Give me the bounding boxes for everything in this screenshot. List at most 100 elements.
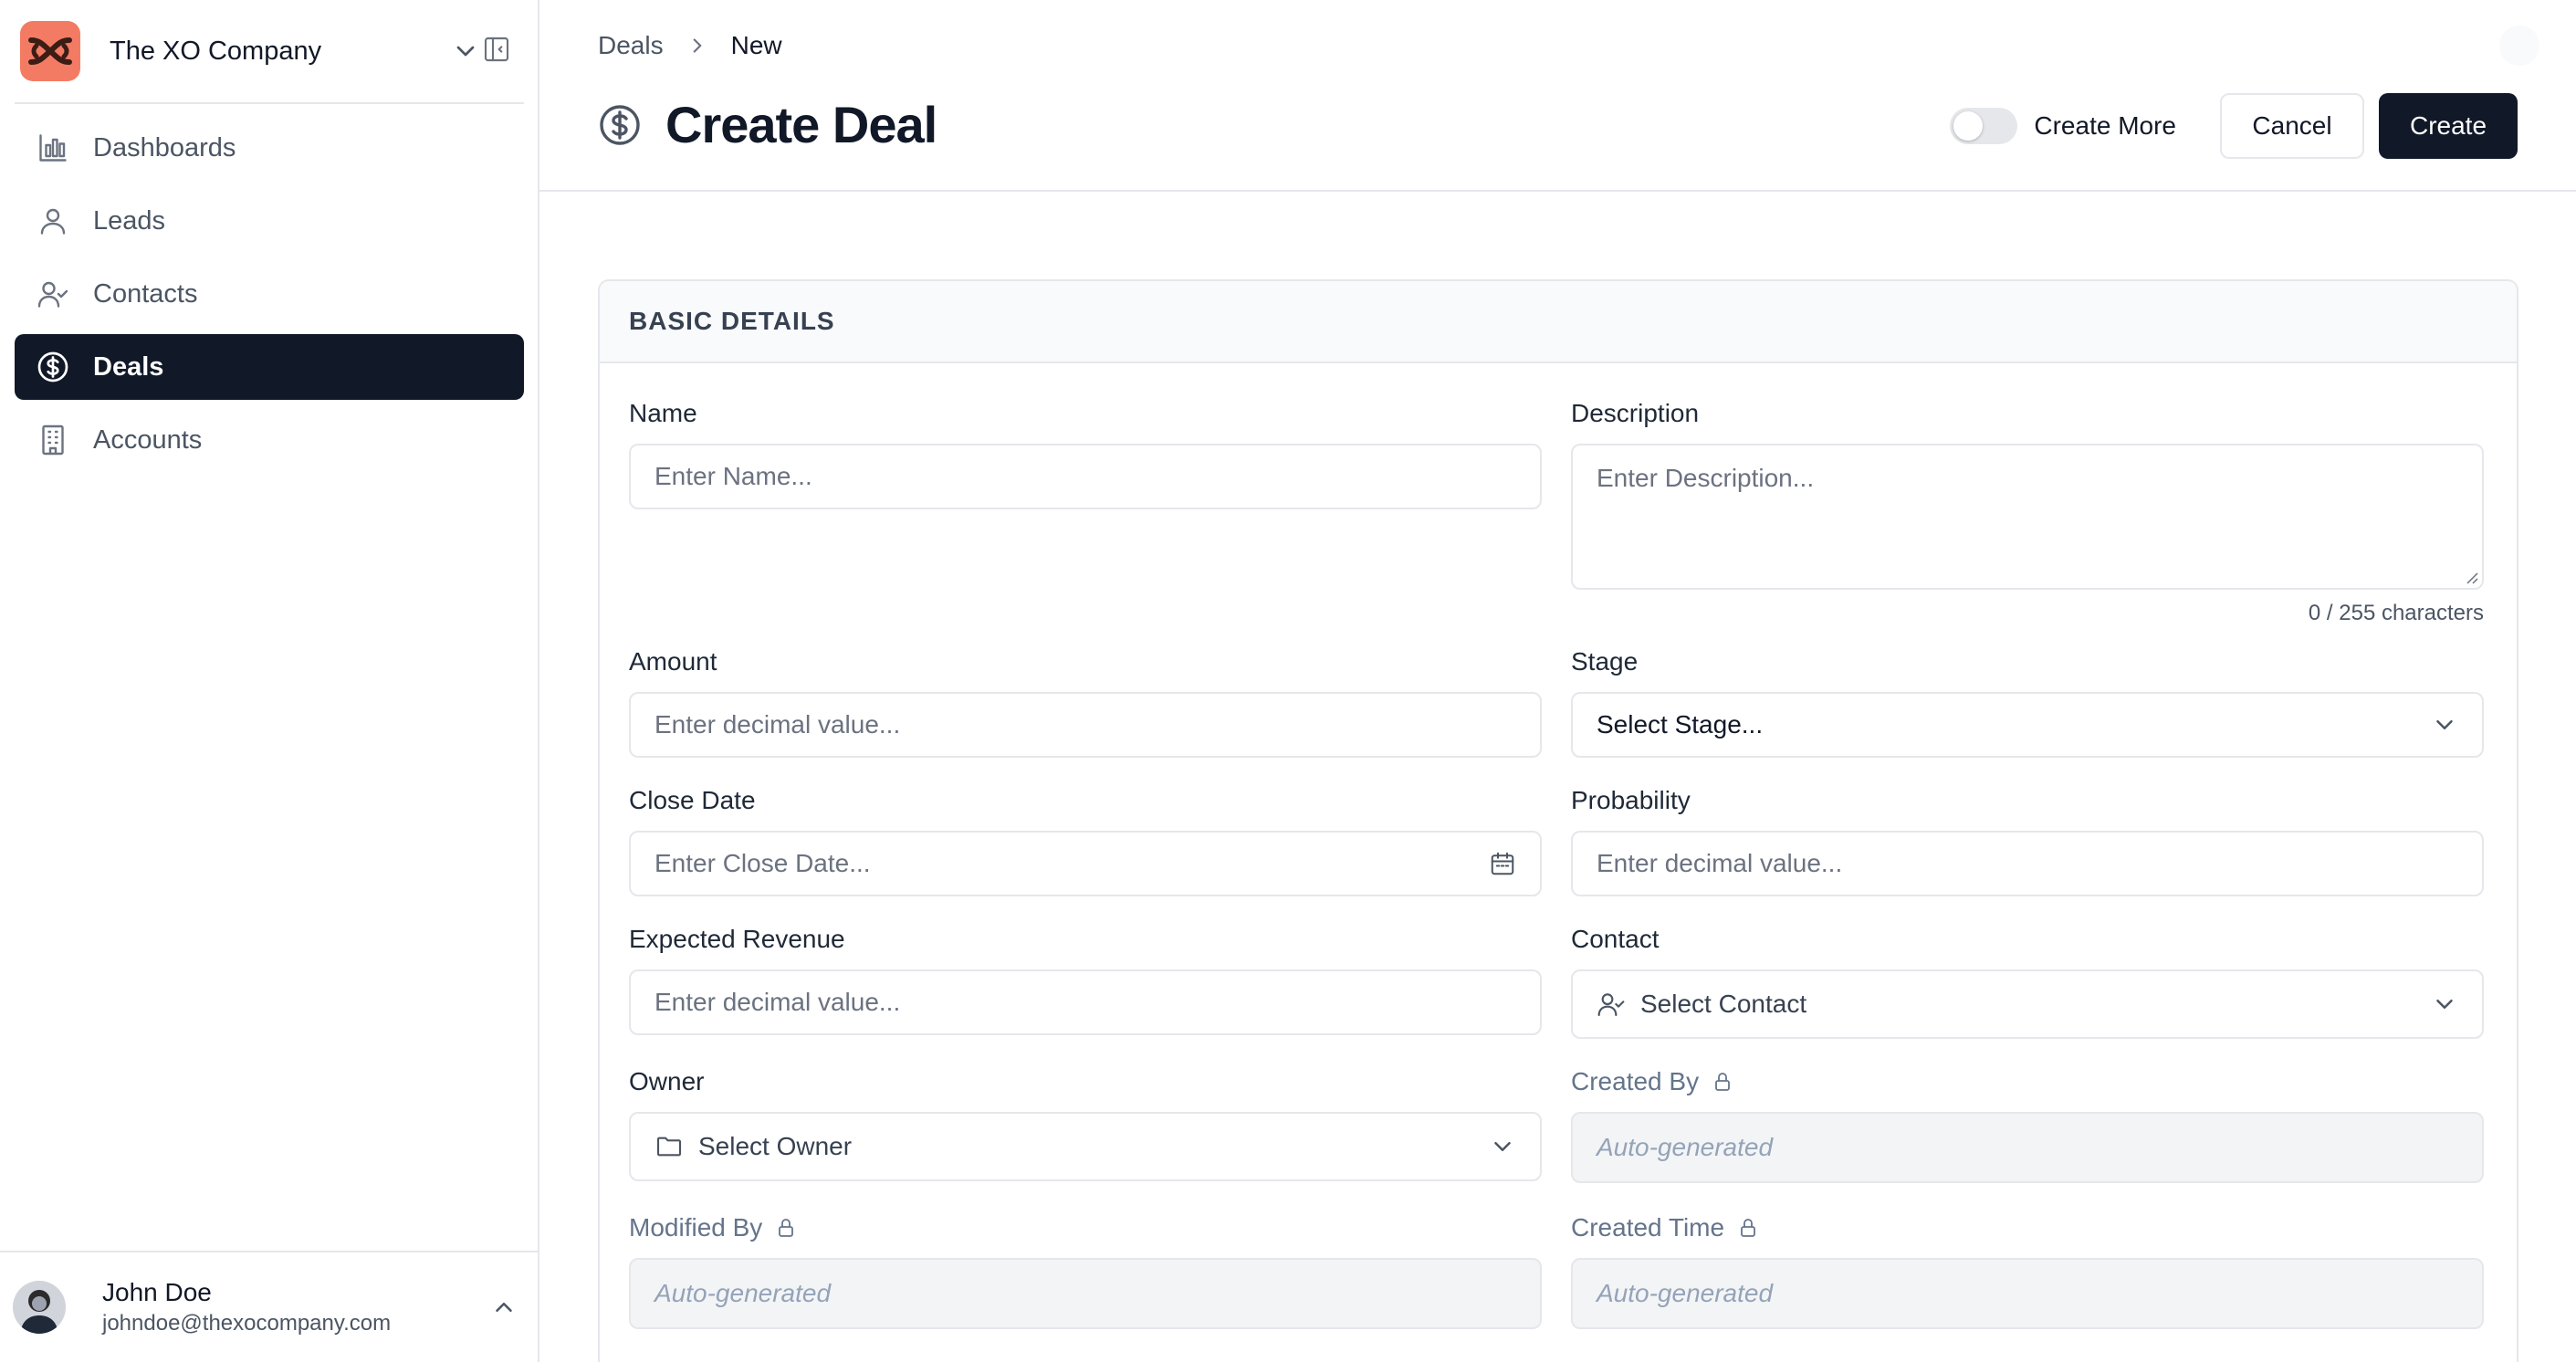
sidebar-item-contacts[interactable]: Contacts [15, 261, 524, 327]
description-label: Description [1571, 399, 1700, 427]
close-date-input[interactable]: Enter Close Date... [629, 831, 1542, 896]
dollar-circle-icon [37, 351, 68, 382]
org-name: The XO Company [110, 36, 322, 66]
sidebar-item-label: Accounts [93, 424, 203, 455]
created-by-label: Created By [1571, 1066, 1733, 1097]
name-field-group: Name Enter Name... [629, 398, 1542, 509]
avatar [13, 1281, 66, 1334]
breadcrumb: Deals New [598, 31, 782, 60]
sidebar-divider [15, 102, 524, 104]
sidebar-item-dashboards[interactable]: Dashboards [15, 115, 524, 181]
page-header: Deals New Create Deal Create More Cancel… [539, 0, 2576, 192]
lock-icon [779, 1219, 794, 1237]
contact-select[interactable]: Select Contact [1571, 969, 2484, 1039]
sidebar-item-label: Contacts [93, 278, 198, 309]
user-icon [40, 208, 66, 235]
sidebar-item-accounts[interactable]: Accounts [15, 407, 524, 473]
calendar-icon[interactable] [1489, 850, 1516, 877]
probability-input[interactable]: Enter decimal value... [1571, 831, 2484, 896]
section-title: BASIC DETAILS [629, 307, 835, 335]
title-row: Create Deal [598, 95, 937, 154]
lock-icon [1715, 1073, 1730, 1091]
create-more-toggle[interactable] [1950, 108, 2018, 144]
sidebar-item-leads[interactable]: Leads [15, 188, 524, 254]
stage-value: Select Stage... [1597, 710, 1764, 739]
sidebar-item-deals[interactable]: Deals [15, 334, 524, 400]
create-button[interactable]: Create [2379, 93, 2518, 159]
basic-details-card: BASIC DETAILS Name Enter Name... Descrip… [598, 279, 2518, 1362]
bar-chart-icon [39, 134, 67, 162]
sidebar: The XO Company Dashboards Leads Contacts… [0, 0, 539, 1362]
user-check-icon [1597, 993, 1625, 1017]
created-time-label-text: Created Time [1571, 1213, 1725, 1242]
modified-by-label-text: Modified By [629, 1213, 763, 1242]
org-switcher[interactable]: The XO Company [20, 20, 515, 82]
contact-value: Select Contact [1640, 990, 1807, 1018]
sidebar-item-label: Deals [93, 351, 164, 382]
user-menu[interactable]: John Doe johndoe@thexocompany.com [0, 1251, 538, 1362]
probability-field-group: Probability Enter decimal value... [1571, 785, 2484, 896]
org-logo [20, 21, 80, 81]
lock-icon [1741, 1219, 1755, 1237]
sidebar-collapse-icon[interactable] [482, 35, 511, 64]
user-info: John Doe johndoe@thexocompany.com [102, 1276, 490, 1338]
header-actions: Create More Cancel Create [1950, 93, 2518, 159]
user-email: johndoe@thexocompany.com [102, 1311, 392, 1336]
sidebar-item-label: Leads [93, 205, 166, 236]
modified-by-input: Auto-generated [629, 1258, 1542, 1329]
chevron-down-icon [2436, 720, 2453, 729]
created-by-field-group: Created By Auto-generated [1571, 1066, 2484, 1183]
created-by-value: Auto-generated [1597, 1133, 1774, 1161]
building-icon [42, 424, 64, 456]
modified-by-label: Modified By [629, 1212, 797, 1243]
probability-label: Probability [1571, 786, 1691, 814]
expected-revenue-placeholder: Enter decimal value... [654, 988, 901, 1016]
amount-input[interactable]: Enter decimal value... [629, 692, 1542, 758]
header-indicator [2499, 26, 2539, 66]
name-input[interactable]: Enter Name... [629, 444, 1542, 509]
chevron-down-icon [456, 46, 475, 57]
modified-by-value: Auto-generated [654, 1279, 832, 1307]
created-time-label: Created Time [1571, 1212, 1759, 1243]
chevron-down-icon [2436, 1000, 2453, 1009]
created-time-field-group: Created Time Auto-generated [1571, 1212, 2484, 1329]
description-field-group: Description Enter Description... 0 / 255… [1571, 398, 2484, 625]
created-by-label-text: Created By [1571, 1067, 1700, 1095]
chevron-right-icon [693, 38, 701, 53]
expected-revenue-field-group: Expected Revenue Enter decimal value... [629, 924, 1542, 1035]
stage-label: Stage [1571, 647, 1639, 676]
user-check-icon [37, 281, 68, 308]
expected-revenue-input[interactable]: Enter decimal value... [629, 969, 1542, 1035]
sidebar-item-label: Dashboards [93, 132, 236, 162]
close-date-placeholder: Enter Close Date... [654, 849, 871, 877]
owner-select[interactable]: Select Owner [629, 1112, 1542, 1181]
amount-label: Amount [629, 647, 717, 676]
breadcrumb-deals-link[interactable]: Deals [598, 31, 664, 60]
main-content: Deals New Create Deal Create More Cancel… [539, 0, 2576, 1362]
stage-field-group: Stage Select Stage... [1571, 646, 2484, 758]
owner-value: Select Owner [698, 1132, 853, 1160]
close-date-label: Close Date [629, 786, 756, 814]
name-label: Name [629, 399, 697, 427]
stage-select[interactable]: Select Stage... [1571, 692, 2484, 758]
description-textarea[interactable]: Enter Description... [1571, 444, 2484, 590]
amount-placeholder: Enter decimal value... [654, 710, 901, 739]
cancel-button[interactable]: Cancel [2220, 93, 2364, 159]
created-by-input: Auto-generated [1571, 1112, 2484, 1183]
modified-by-field-group: Modified By Auto-generated [629, 1212, 1542, 1329]
created-time-input: Auto-generated [1571, 1258, 2484, 1329]
chevron-up-icon [496, 1303, 512, 1312]
page-title: Create Deal [665, 96, 937, 153]
owner-label: Owner [629, 1067, 705, 1095]
resize-handle-icon[interactable] [2462, 568, 2478, 584]
toggle-knob [1953, 111, 1984, 141]
dollar-circle-icon [600, 104, 640, 145]
probability-placeholder: Enter decimal value... [1597, 849, 1843, 877]
create-more-label: Create More [2034, 111, 2176, 140]
amount-field-group: Amount Enter decimal value... [629, 646, 1542, 758]
folder-icon [656, 1137, 682, 1157]
owner-field-group: Owner Select Owner [629, 1066, 1542, 1181]
created-time-value: Auto-generated [1597, 1279, 1774, 1307]
app-root: The XO Company Dashboards Leads Contacts… [0, 0, 2576, 1362]
card-header: BASIC DETAILS [600, 281, 2517, 363]
